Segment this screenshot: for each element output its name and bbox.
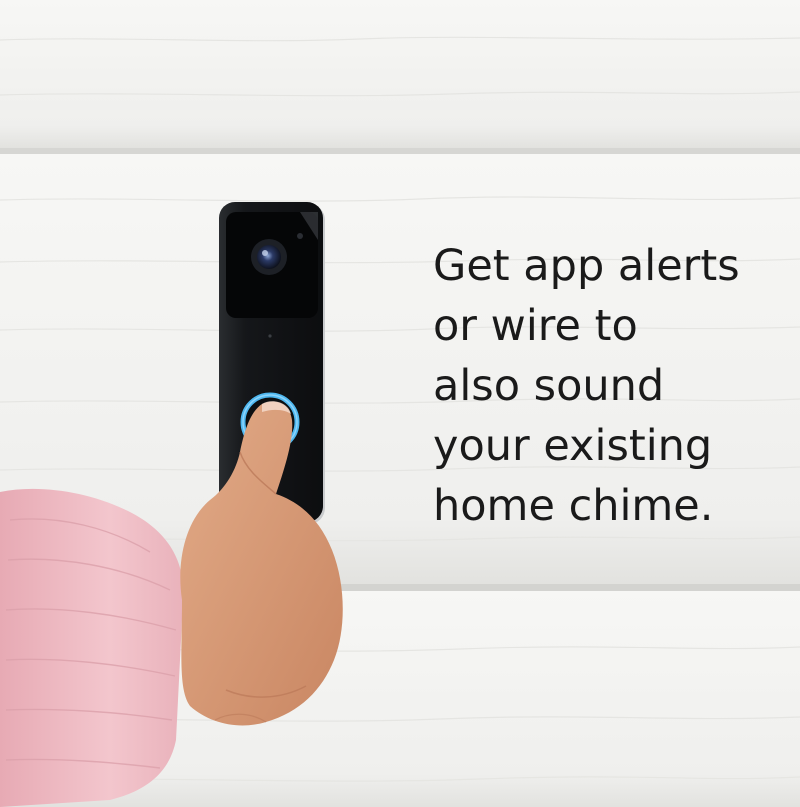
pink-sleeve [0, 488, 184, 807]
caption-line: also sound [433, 361, 665, 411]
caption-text: Get app alerts or wire to also sound you… [433, 236, 793, 536]
caption-line: Get app alerts [433, 241, 740, 291]
caption-line: or wire to [433, 301, 638, 351]
caption-line: your existing [433, 421, 713, 471]
caption-line: home chime. [433, 481, 714, 531]
camera-lens-icon [251, 239, 287, 275]
product-image: Get app alerts or wire to also sound you… [0, 0, 800, 807]
